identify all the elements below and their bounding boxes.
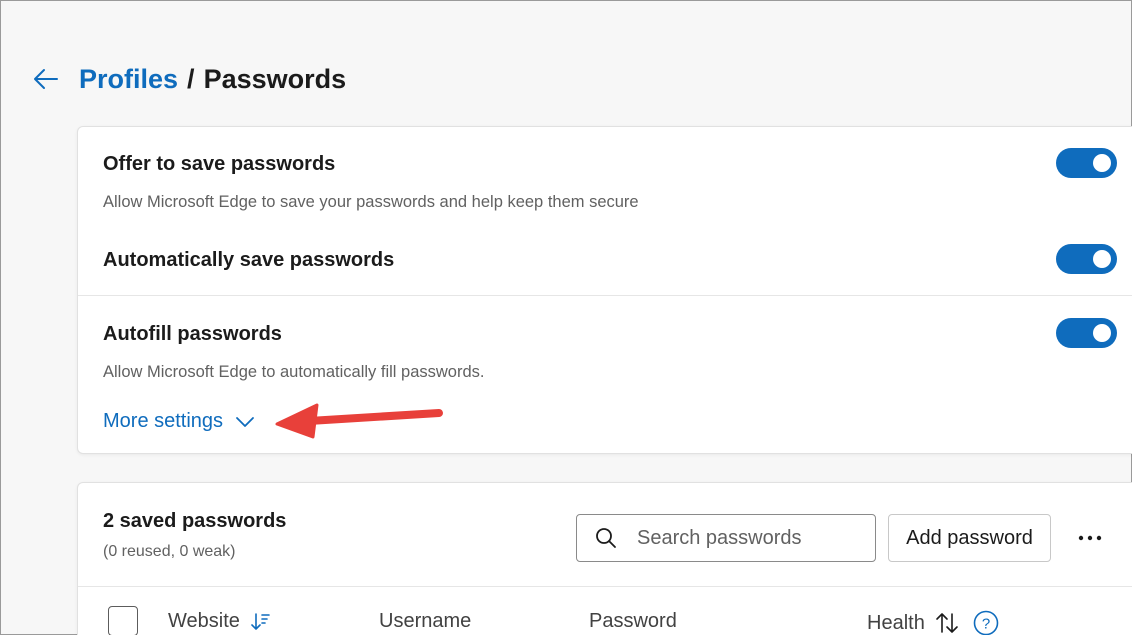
saved-passwords-health-summary: (0 reused, 0 weak) — [103, 543, 236, 560]
breadcrumb-profiles-link[interactable]: Profiles — [79, 64, 178, 95]
column-header-website[interactable]: Website — [168, 610, 270, 633]
table-divider — [78, 586, 1132, 587]
column-header-username[interactable]: Username — [379, 610, 471, 633]
chevron-down-icon — [235, 416, 255, 428]
toggle-knob — [1093, 324, 1111, 342]
select-all-checkbox[interactable] — [108, 606, 138, 635]
more-settings-link[interactable]: More settings — [103, 410, 255, 433]
annotation-arrow — [269, 399, 449, 446]
offer-save-toggle[interactable] — [1056, 148, 1117, 178]
back-arrow-icon[interactable] — [31, 65, 59, 93]
offer-save-setting: Offer to save passwords — [103, 153, 1130, 176]
search-input[interactable] — [637, 526, 857, 550]
column-label-health: Health — [867, 611, 925, 634]
column-label-password: Password — [589, 610, 677, 632]
sort-descending-icon[interactable] — [250, 612, 270, 632]
column-header-health[interactable]: Health ? — [867, 610, 999, 635]
help-icon[interactable]: ? — [973, 610, 999, 635]
offer-save-desc-row: Allow Microsoft Edge to save your passwo… — [103, 193, 1130, 212]
autofill-toggle[interactable] — [1056, 318, 1117, 348]
autofill-desc-row: Allow Microsoft Edge to automatically fi… — [103, 363, 1130, 382]
auto-save-setting: Automatically save passwords — [103, 249, 1130, 272]
more-options-icon[interactable] — [1072, 523, 1108, 553]
saved-passwords-count: 2 saved passwords — [103, 510, 287, 532]
more-settings-label: More settings — [103, 410, 224, 432]
page-title: Passwords — [203, 63, 347, 94]
sort-icon[interactable] — [935, 612, 959, 634]
saved-passwords-card: 2 saved passwords (0 reused, 0 weak) Add… — [77, 482, 1132, 635]
toggle-knob — [1093, 154, 1111, 172]
auto-save-title: Automatically save passwords — [103, 249, 395, 271]
column-label-website: Website — [168, 610, 240, 632]
search-passwords-box[interactable] — [576, 514, 876, 562]
search-icon — [595, 527, 617, 549]
column-header-password[interactable]: Password — [589, 610, 677, 633]
offer-save-title: Offer to save passwords — [103, 153, 336, 175]
breadcrumb-separator: / — [187, 63, 195, 94]
auto-save-toggle[interactable] — [1056, 244, 1117, 274]
toggle-knob — [1093, 250, 1111, 268]
autofill-setting: Autofill passwords — [103, 323, 1130, 346]
password-settings-card: Offer to save passwords Allow Microsoft … — [77, 126, 1132, 454]
settings-divider — [78, 295, 1132, 296]
autofill-description: Allow Microsoft Edge to automatically fi… — [103, 363, 485, 381]
offer-save-description: Allow Microsoft Edge to save your passwo… — [103, 193, 639, 211]
breadcrumb: Profiles / Passwords — [31, 59, 346, 99]
svg-text:?: ? — [982, 616, 990, 633]
add-password-button[interactable]: Add password — [888, 514, 1051, 562]
autofill-title: Autofill passwords — [103, 323, 282, 345]
column-label-username: Username — [379, 610, 472, 632]
